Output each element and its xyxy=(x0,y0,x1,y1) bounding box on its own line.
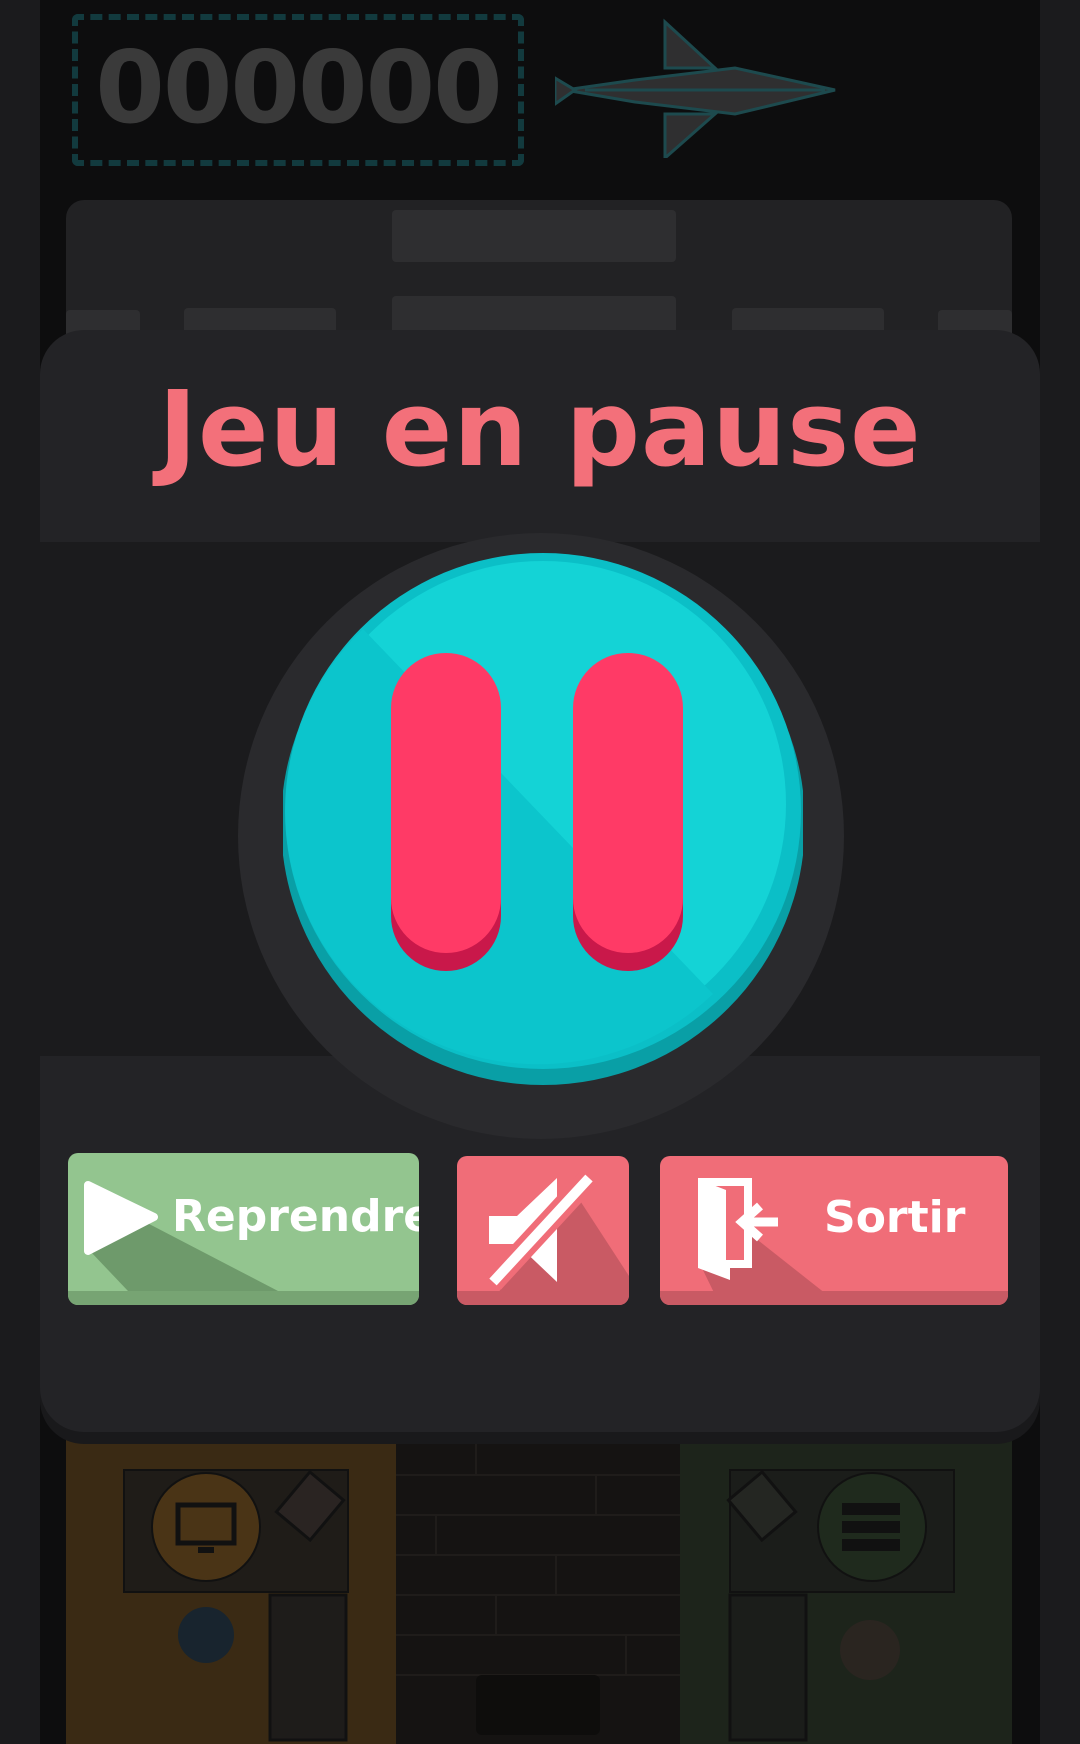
mute-button[interactable] xyxy=(457,1156,629,1305)
left-wall xyxy=(0,0,40,1744)
button-shadow xyxy=(457,1291,629,1305)
paper-plane-icon xyxy=(553,18,845,162)
button-shadow xyxy=(660,1291,1008,1305)
office-room-right xyxy=(680,1435,1012,1744)
exit-button[interactable]: Sortir xyxy=(660,1156,1008,1305)
play-icon xyxy=(84,1181,156,1257)
pause-icon xyxy=(281,529,805,1089)
score-counter: 000000 xyxy=(95,29,502,146)
button-shadow xyxy=(68,1291,419,1305)
resume-button[interactable]: Reprendre xyxy=(68,1153,419,1305)
panel-bar xyxy=(392,210,676,262)
right-wall xyxy=(1040,0,1080,1744)
office-room-left xyxy=(66,1435,396,1744)
resume-label: Reprendre xyxy=(172,1191,419,1242)
sound-off-icon xyxy=(484,1170,629,1305)
pause-title: Jeu en pause xyxy=(158,368,922,490)
pause-dialog: Jeu en pause Reprendre Sortir xyxy=(40,330,1040,1432)
exit-label: Sortir xyxy=(824,1192,966,1243)
corridor xyxy=(396,1435,680,1744)
